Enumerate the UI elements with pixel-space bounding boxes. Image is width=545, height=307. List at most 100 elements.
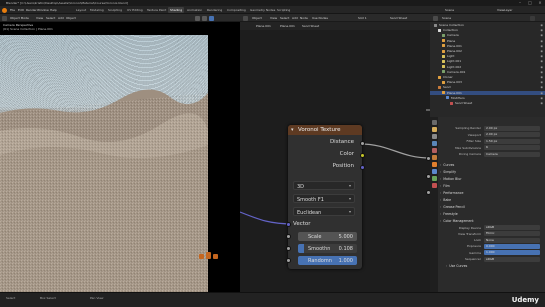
tab-uv-editing[interactable]: UV Editing xyxy=(125,7,145,13)
collapse-chevron-icon[interactable]: ▾ xyxy=(291,127,294,133)
scene-selector[interactable]: Scene xyxy=(445,8,454,12)
visibility-eye-icon[interactable]: ◉ xyxy=(540,80,543,85)
visibility-eye-icon[interactable]: ◉ xyxy=(540,70,543,75)
outliner-row[interactable]: Light.002 ◉ xyxy=(430,65,545,70)
panel-section-header[interactable]: › Freestyle xyxy=(440,211,543,217)
tab-sculpting[interactable]: Sculpting xyxy=(106,7,124,13)
visibility-eye-icon[interactable]: ◉ xyxy=(540,75,543,80)
3d-viewport[interactable]: Camera Perspective (61) Scene Collection… xyxy=(0,22,240,292)
property-value-field[interactable]: 6 xyxy=(484,145,540,150)
light-gizmo-icon[interactable] xyxy=(199,254,204,259)
panel-section-header[interactable]: › Simplify xyxy=(440,169,543,175)
panel-section-header[interactable]: › Film xyxy=(440,183,543,189)
tab-texture-paint[interactable]: Texture Paint xyxy=(145,7,168,13)
empty-gizmo-icon[interactable] xyxy=(213,254,218,259)
node-header[interactable]: ▾ Voronoi Texture xyxy=(288,125,362,135)
menu-file[interactable]: File xyxy=(10,8,15,12)
visibility-eye-icon[interactable]: ◉ xyxy=(540,91,543,96)
outliner-row[interactable]: Plane.003 ◉ xyxy=(430,80,545,85)
tab-rendering[interactable]: Rendering xyxy=(205,7,224,13)
view-layer-tab-icon[interactable] xyxy=(431,141,437,146)
viewport-menu-view[interactable]: View xyxy=(36,16,43,20)
tab-shading[interactable]: Shading xyxy=(168,7,185,13)
editor-type-icon[interactable] xyxy=(2,15,7,21)
scale-field[interactable]: Scale 5.000 xyxy=(298,232,357,241)
outliner-row[interactable]: Modifiers ◉ xyxy=(430,96,545,101)
outliner-row[interactable]: Light.001 ◉ xyxy=(430,59,545,64)
outliner-row[interactable]: Plane.001 ◉ xyxy=(430,44,545,49)
outliner-row[interactable]: Sand ◉ xyxy=(430,85,545,90)
visibility-eye-icon[interactable]: ◉ xyxy=(540,85,543,90)
tab-animation[interactable]: Animation xyxy=(185,7,204,13)
menu-render[interactable]: Render xyxy=(26,8,37,12)
visibility-eye-icon[interactable]: ◉ xyxy=(540,54,543,59)
outliner-row[interactable]: Plane ◉ xyxy=(430,39,545,44)
mode-selector[interactable]: Object Mode xyxy=(10,16,29,20)
output-tab-icon[interactable] xyxy=(431,134,437,139)
node-menu-select[interactable]: Select xyxy=(280,16,289,20)
visibility-eye-icon[interactable]: ◉ xyxy=(540,28,543,33)
tab-compositing[interactable]: Compositing xyxy=(225,7,248,13)
visibility-eye-icon[interactable]: ◉ xyxy=(540,33,543,38)
dimensions-dropdown[interactable]: 3D ▾ xyxy=(293,181,355,190)
output-color-socket[interactable] xyxy=(359,152,365,158)
property-value-field[interactable]: Filmic xyxy=(484,231,540,237)
outliner-row[interactable]: Plane.002 ◉ xyxy=(430,49,545,54)
object-tab-icon[interactable] xyxy=(431,162,437,167)
output-position-socket[interactable] xyxy=(359,164,365,170)
outliner-row[interactable]: Sand Sheet ◉ xyxy=(430,101,545,106)
property-value-field[interactable]: sRGB xyxy=(484,256,540,262)
outliner-panel[interactable]: Scene Collection ◉ Collection ◉ Camera ◉ Plane… xyxy=(430,22,545,117)
tab-layout[interactable]: Layout xyxy=(74,7,88,13)
property-value-field[interactable]: sRGB xyxy=(484,225,540,230)
panel-section-header[interactable]: › Color Management xyxy=(440,218,543,224)
property-value-field[interactable]: 2.00 px xyxy=(484,125,540,131)
visibility-eye-icon[interactable]: ◉ xyxy=(540,49,543,54)
panel-section-header[interactable]: › Performance xyxy=(440,190,543,196)
outliner-row[interactable]: Cloner ◉ xyxy=(430,75,545,80)
render-tab-icon[interactable] xyxy=(431,127,437,132)
world-tab-icon[interactable] xyxy=(431,155,437,160)
tab-modeling[interactable]: Modeling xyxy=(88,7,106,13)
visibility-eye-icon[interactable]: ◉ xyxy=(540,23,543,28)
panel-section-header[interactable]: › Curves xyxy=(440,162,543,168)
blender-logo-icon[interactable] xyxy=(2,7,7,13)
input-vector-socket[interactable] xyxy=(285,222,291,227)
outliner-row[interactable]: Camera.001 ◉ xyxy=(430,70,545,75)
panel-section-header[interactable]: › Motion Blur xyxy=(440,176,543,182)
input-smoothness-socket[interactable] xyxy=(285,246,291,251)
shading-solid-icon[interactable] xyxy=(195,15,200,21)
panel-section-header[interactable]: › Grease Pencil xyxy=(440,204,543,210)
tab-scripting[interactable]: Scripting xyxy=(275,7,292,13)
node-editor-canvas[interactable]: ▾ Voronoi Texture Distance Color Positio… xyxy=(240,30,430,292)
outliner-row[interactable]: Collection ◉ xyxy=(430,28,545,33)
viewport-menu-add[interactable]: Add xyxy=(58,16,64,20)
use-nodes-toggle[interactable]: Use Nodes xyxy=(312,16,328,20)
menu-window[interactable]: Window xyxy=(37,8,49,12)
visibility-eye-icon[interactable]: ◉ xyxy=(540,96,543,101)
outliner-type-icon[interactable] xyxy=(433,15,438,21)
viewport-menu-object[interactable]: Object xyxy=(66,16,76,20)
visibility-eye-icon[interactable]: ◉ xyxy=(540,65,543,70)
properties-panel[interactable]: Sampling Render 2.00 px Viewport 2.00 px Fil… xyxy=(438,117,545,292)
use-curves-subsection[interactable]: › Use Curves xyxy=(446,263,545,269)
view-layer-selector[interactable]: ViewLayer xyxy=(497,8,512,12)
scene-tab-icon[interactable] xyxy=(431,148,437,153)
node-editor-type-icon[interactable] xyxy=(243,15,248,21)
input-randomness-socket[interactable] xyxy=(285,258,291,263)
material-selector[interactable]: Sand Sheet xyxy=(390,16,407,20)
property-value-field[interactable]: 2.00 px xyxy=(484,132,540,137)
property-value-field[interactable]: 0.000 xyxy=(484,243,540,249)
outliner-row[interactable]: Light ◉ xyxy=(430,54,545,59)
output-distance-socket[interactable] xyxy=(359,140,365,146)
modifier-tab-icon[interactable] xyxy=(431,169,437,174)
outliner-row[interactable]: Scene Collection ◉ xyxy=(430,23,545,28)
viewport-menu-select[interactable]: Select xyxy=(46,16,55,20)
menu-edit[interactable]: Edit xyxy=(18,8,24,12)
property-value-field[interactable]: 1.50 px xyxy=(484,138,540,144)
node-menu-object[interactable]: Object xyxy=(252,16,262,20)
visibility-eye-icon[interactable]: ◉ xyxy=(540,59,543,64)
camera-gizmo-icon[interactable] xyxy=(206,252,211,259)
node-menu-node[interactable]: Node xyxy=(300,16,308,20)
shading-material-icon[interactable] xyxy=(202,15,207,21)
